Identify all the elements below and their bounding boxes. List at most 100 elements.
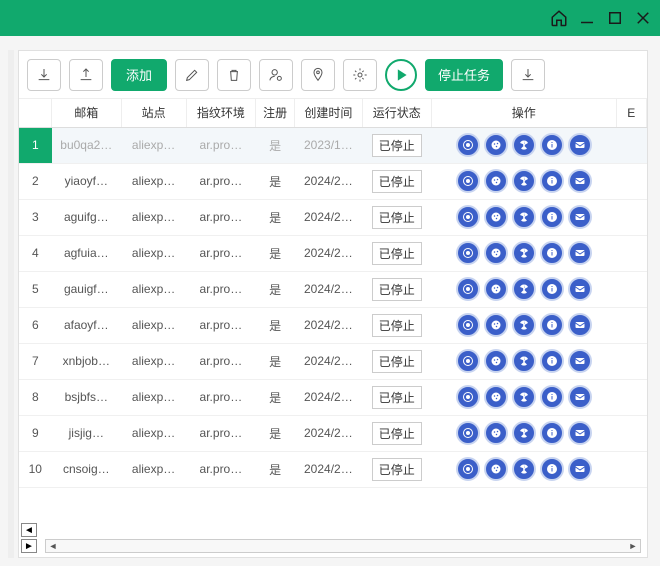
scroll-left-btn[interactable]: ◄ xyxy=(21,523,37,537)
export-button[interactable] xyxy=(27,59,61,91)
col-extra[interactable]: E xyxy=(616,99,646,127)
radiation-icon[interactable] xyxy=(512,241,536,265)
col-created[interactable]: 创建时间 xyxy=(295,99,362,127)
import-button[interactable] xyxy=(69,59,103,91)
close-icon[interactable] xyxy=(634,9,652,27)
table-row[interactable]: 3aguifg…aliexp…ar.pro…是2024/2…已停止 xyxy=(19,199,647,235)
stop-task-button[interactable]: 停止任务 xyxy=(425,59,503,91)
minimize-icon[interactable] xyxy=(578,9,596,27)
info-icon[interactable] xyxy=(540,169,564,193)
cookie-icon[interactable] xyxy=(484,385,508,409)
cookie-icon[interactable] xyxy=(484,169,508,193)
table-row[interactable]: 4agfuia…aliexp…ar.pro…是2024/2…已停止 xyxy=(19,235,647,271)
table-row[interactable]: 10cnsoig…aliexp…ar.pro…是2024/2…已停止 xyxy=(19,451,647,487)
mail-icon[interactable] xyxy=(568,349,592,373)
col-email[interactable]: 邮箱 xyxy=(52,99,121,127)
radiation-icon[interactable] xyxy=(512,277,536,301)
cookie-icon[interactable] xyxy=(484,277,508,301)
table-row[interactable]: 2yiaoyf…aliexp…ar.pro…是2024/2…已停止 xyxy=(19,163,647,199)
chrome-icon[interactable] xyxy=(456,169,480,193)
status-badge[interactable]: 已停止 xyxy=(372,242,422,265)
status-badge[interactable]: 已停止 xyxy=(372,134,422,157)
chrome-icon[interactable] xyxy=(456,241,480,265)
col-ops[interactable]: 操作 xyxy=(431,99,616,127)
radiation-icon[interactable] xyxy=(512,169,536,193)
info-icon[interactable] xyxy=(540,277,564,301)
hscroll-left[interactable]: ◄ xyxy=(46,540,60,552)
cookie-icon[interactable] xyxy=(484,457,508,481)
cookie-icon[interactable] xyxy=(484,421,508,445)
info-icon[interactable] xyxy=(540,133,564,157)
col-fingerprint[interactable]: 指纹环境 xyxy=(186,99,255,127)
chrome-icon[interactable] xyxy=(456,277,480,301)
status-badge[interactable]: 已停止 xyxy=(372,206,422,229)
download-button[interactable] xyxy=(511,59,545,91)
chrome-icon[interactable] xyxy=(456,385,480,409)
status-badge[interactable]: 已停止 xyxy=(372,386,422,409)
col-status[interactable]: 运行状态 xyxy=(362,99,431,127)
info-icon[interactable] xyxy=(540,241,564,265)
cookie-icon[interactable] xyxy=(484,241,508,265)
info-icon[interactable] xyxy=(540,313,564,337)
radiation-icon[interactable] xyxy=(512,133,536,157)
chrome-icon[interactable] xyxy=(456,133,480,157)
radiation-icon[interactable] xyxy=(512,457,536,481)
table-container[interactable]: 邮箱 站点 指纹环境 注册 创建时间 运行状态 操作 E 1bu0qa2…ali… xyxy=(19,99,647,533)
mail-icon[interactable] xyxy=(568,277,592,301)
info-icon[interactable] xyxy=(540,457,564,481)
radiation-icon[interactable] xyxy=(512,421,536,445)
add-button[interactable]: 添加 xyxy=(111,59,167,91)
play-button[interactable] xyxy=(385,59,417,91)
settings-button[interactable] xyxy=(343,59,377,91)
info-icon[interactable] xyxy=(540,205,564,229)
table-row[interactable]: 8bsjbfs…aliexp…ar.pro…是2024/2…已停止 xyxy=(19,379,647,415)
table-row[interactable]: 6afaoyf…aliexp…ar.pro…是2024/2…已停止 xyxy=(19,307,647,343)
status-badge[interactable]: 已停止 xyxy=(372,278,422,301)
status-badge[interactable]: 已停止 xyxy=(372,314,422,337)
location-button[interactable] xyxy=(301,59,335,91)
mail-icon[interactable] xyxy=(568,421,592,445)
table-row[interactable]: 9jisjig…aliexp…ar.pro…是2024/2…已停止 xyxy=(19,415,647,451)
radiation-icon[interactable] xyxy=(512,313,536,337)
radiation-icon[interactable] xyxy=(512,349,536,373)
mail-icon[interactable] xyxy=(568,205,592,229)
chrome-icon[interactable] xyxy=(456,421,480,445)
col-site[interactable]: 站点 xyxy=(121,99,186,127)
mail-icon[interactable] xyxy=(568,385,592,409)
cell-fp: ar.pro… xyxy=(186,379,255,415)
info-icon[interactable] xyxy=(540,421,564,445)
cookie-icon[interactable] xyxy=(484,133,508,157)
radiation-icon[interactable] xyxy=(512,205,536,229)
maximize-icon[interactable] xyxy=(606,9,624,27)
mail-icon[interactable] xyxy=(568,313,592,337)
table-row[interactable]: 1bu0qa2…aliexp…ar.pro…是2023/1…已停止 xyxy=(19,127,647,163)
chrome-icon[interactable] xyxy=(456,349,480,373)
home-icon[interactable] xyxy=(550,9,568,27)
info-icon[interactable] xyxy=(540,349,564,373)
chrome-icon[interactable] xyxy=(456,313,480,337)
mail-icon[interactable] xyxy=(568,241,592,265)
status-badge[interactable]: 已停止 xyxy=(372,170,422,193)
hscroll-right[interactable]: ► xyxy=(626,540,640,552)
table-row[interactable]: 5gauigf…aliexp…ar.pro…是2024/2…已停止 xyxy=(19,271,647,307)
col-register[interactable]: 注册 xyxy=(256,99,295,127)
hscroll-bar[interactable]: ◄ ► xyxy=(45,539,641,553)
cookie-icon[interactable] xyxy=(484,205,508,229)
mail-icon[interactable] xyxy=(568,133,592,157)
status-badge[interactable]: 已停止 xyxy=(372,350,422,373)
status-badge[interactable]: 已停止 xyxy=(372,422,422,445)
cookie-icon[interactable] xyxy=(484,349,508,373)
edit-button[interactable] xyxy=(175,59,209,91)
table-row[interactable]: 7xnbjob…aliexp…ar.pro…是2024/2…已停止 xyxy=(19,343,647,379)
mail-icon[interactable] xyxy=(568,169,592,193)
chrome-icon[interactable] xyxy=(456,457,480,481)
delete-button[interactable] xyxy=(217,59,251,91)
scroll-right-btn[interactable]: ► xyxy=(21,539,37,553)
status-badge[interactable]: 已停止 xyxy=(372,458,422,481)
info-icon[interactable] xyxy=(540,385,564,409)
radiation-icon[interactable] xyxy=(512,385,536,409)
mail-icon[interactable] xyxy=(568,457,592,481)
user-settings-button[interactable] xyxy=(259,59,293,91)
cookie-icon[interactable] xyxy=(484,313,508,337)
chrome-icon[interactable] xyxy=(456,205,480,229)
